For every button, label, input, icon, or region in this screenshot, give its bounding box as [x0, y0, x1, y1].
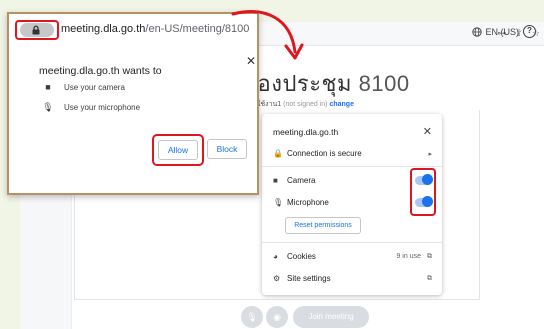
divider	[262, 166, 442, 167]
permission-label: Use your camera	[64, 82, 125, 92]
close-icon[interactable]: ✕	[423, 125, 432, 138]
camera-icon: ■	[45, 82, 51, 92]
camera-icon: ■	[273, 176, 278, 185]
microphone-permission-row: 🎙 Microphone	[273, 196, 433, 207]
language-label: EN (US)	[485, 26, 520, 37]
site-settings-label: Site settings	[287, 274, 331, 283]
reset-permissions-button[interactable]: Reset permissions	[285, 217, 361, 234]
cookies-row[interactable]: ◕ Cookies 9 in use ⧉	[273, 252, 432, 261]
mic-control-button[interactable]: 🎙	[241, 306, 263, 328]
change-link[interactable]: change	[329, 101, 354, 108]
address-bar[interactable]: meeting.dla.go.th/en-US/meeting/8100	[9, 14, 257, 46]
curved-arrow-annotation	[231, 10, 304, 60]
microphone-icon: 🎙	[246, 312, 258, 322]
cookies-count: 9 in use	[396, 253, 421, 260]
connection-row[interactable]: 🔒 Connection is secure ▸	[273, 149, 432, 158]
camera-control-button[interactable]: ◉	[266, 306, 288, 328]
external-link-icon: ⧉	[427, 274, 432, 282]
user-line: ใช้งาน1 (not signed in) change	[257, 99, 354, 110]
microphone-label: Microphone	[287, 198, 329, 207]
url-text: meeting.dla.go.th/en-US/meeting/8100	[61, 23, 249, 35]
microphone-icon: 🎙	[42, 102, 54, 112]
divider	[262, 242, 442, 243]
cookie-icon: ◕	[273, 252, 278, 261]
url-host: meeting.dla.go.th	[61, 23, 146, 35]
room-title-prefix: ้องประชุม	[257, 71, 352, 96]
globe-icon	[471, 26, 482, 37]
camera-permission-request: ■ Use your camera	[42, 82, 125, 92]
room-number: 8100	[358, 71, 410, 96]
microphone-permission-request: 🎙 Use your microphone	[42, 102, 140, 113]
site-info-header: meeting.dla.go.th ✕	[273, 125, 432, 138]
external-link-icon: ⧉	[427, 252, 432, 260]
room-title: ้องประชุม 8100	[257, 66, 410, 101]
block-button[interactable]: Block	[207, 139, 247, 159]
toggles-highlight	[410, 168, 436, 216]
gear-icon: ⚙	[273, 274, 281, 283]
camera-icon: ◉	[273, 312, 281, 322]
join-meeting-button[interactable]: Join meeting	[293, 306, 369, 328]
permission-popup-window: meeting.dla.go.th/en-US/meeting/8100 mee…	[7, 12, 259, 195]
site-info-host: meeting.dla.go.th	[273, 126, 339, 137]
user-status: (not signed in)	[283, 101, 328, 108]
permission-label: Use your microphone	[64, 103, 141, 112]
help-icon[interactable]: ?	[523, 25, 536, 38]
lock-highlight[interactable]	[15, 20, 59, 40]
allow-highlight: Allow	[152, 134, 204, 166]
permission-prompt-title: meeting.dla.go.th wants to	[39, 65, 162, 77]
chevron-right-icon: ▸	[428, 150, 432, 158]
lock-icon	[32, 25, 40, 35]
language-selector[interactable]: EN (US) ?	[471, 25, 536, 38]
cookies-label: Cookies	[287, 252, 316, 261]
microphone-icon: 🎙	[273, 198, 284, 207]
allow-button[interactable]: Allow	[158, 140, 198, 160]
lock-icon: 🔒	[273, 149, 283, 158]
user-name: ใช้งาน1	[257, 101, 282, 108]
camera-permission-row: ■ Camera	[273, 174, 433, 185]
site-settings-row[interactable]: ⚙ Site settings ⧉	[273, 274, 432, 283]
camera-label: Camera	[287, 176, 316, 185]
connection-label: Connection is secure	[287, 149, 362, 158]
